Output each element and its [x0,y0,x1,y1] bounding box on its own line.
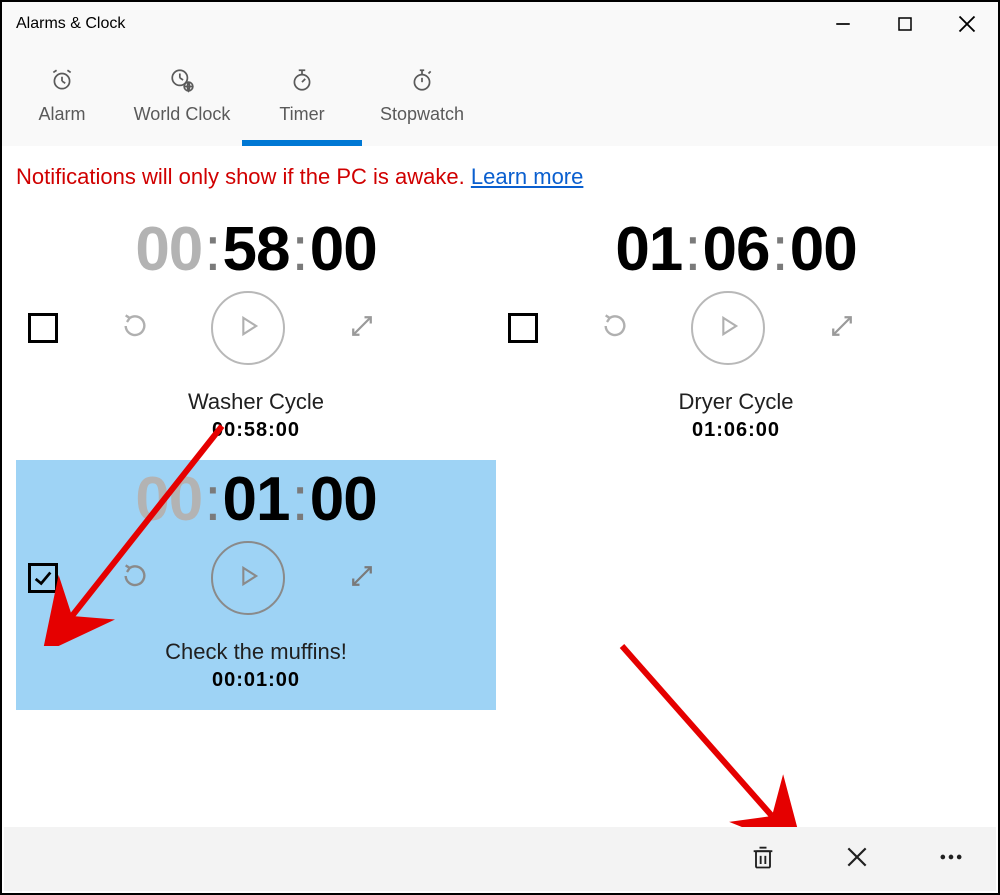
play-button[interactable] [691,291,765,365]
maximize-button[interactable] [874,2,936,46]
expand-icon [827,311,857,346]
tab-alarm[interactable]: Alarm [2,46,122,146]
window-controls [812,2,998,46]
tab-label: Alarm [38,104,85,125]
tab-label: Timer [279,104,324,125]
minimize-button[interactable] [812,2,874,46]
timer-icon [289,67,315,98]
play-icon [714,312,742,345]
delete-button[interactable] [736,832,790,886]
world-clock-icon [169,67,195,98]
reset-icon [119,310,151,347]
reset-button[interactable] [593,306,637,350]
expand-button[interactable] [820,306,864,350]
close-icon [844,844,870,875]
timer-name: Dryer Cycle [500,389,972,415]
timer-display: 00:01:00 [20,464,492,535]
window-title: Alarms & Clock [16,15,125,33]
play-icon [234,312,262,345]
bottom-bar [4,827,996,891]
timer-grid: 00:58:00 [2,210,998,710]
select-checkbox[interactable] [28,313,58,343]
tab-strip: Alarm World Clock Timer Stopwatch [2,46,998,146]
play-icon [234,562,262,595]
reset-icon [119,560,151,597]
reset-icon [599,310,631,347]
expand-button[interactable] [340,306,384,350]
play-button[interactable] [211,541,285,615]
stopwatch-icon [409,67,435,98]
alarm-icon [49,67,75,98]
expand-button[interactable] [340,556,384,600]
more-icon [937,843,965,876]
more-button[interactable] [924,832,978,886]
select-checkbox[interactable] [508,313,538,343]
timer-card[interactable]: 01:06:00 [496,210,976,460]
tab-label: World Clock [134,104,231,125]
expand-icon [347,561,377,596]
notification-text: Notifications will only show if the PC i… [16,164,471,189]
expand-icon [347,311,377,346]
timer-card[interactable]: 00:58:00 [16,210,496,460]
timer-display: 00:58:00 [20,214,492,285]
tab-label: Stopwatch [380,104,464,125]
select-checkbox[interactable] [28,563,58,593]
tab-stopwatch[interactable]: Stopwatch [362,46,482,146]
timer-name: Check the muffins! [20,639,492,665]
cancel-button[interactable] [830,832,884,886]
reset-button[interactable] [113,556,157,600]
timer-card[interactable]: 00:01:00 [16,460,496,710]
titlebar: Alarms & Clock [2,2,998,46]
learn-more-link[interactable]: Learn more [471,164,584,189]
trash-icon [749,843,777,876]
play-button[interactable] [211,291,285,365]
content-area: Notifications will only show if the PC i… [2,146,998,829]
close-button[interactable] [936,2,998,46]
tab-timer[interactable]: Timer [242,46,362,146]
timer-duration: 00:58:00 [20,419,492,442]
timer-name: Washer Cycle [20,389,492,415]
notification-bar: Notifications will only show if the PC i… [2,158,998,210]
tab-world-clock[interactable]: World Clock [122,46,242,146]
timer-duration: 00:01:00 [20,669,492,692]
reset-button[interactable] [113,306,157,350]
timer-display: 01:06:00 [500,214,972,285]
timer-duration: 01:06:00 [500,419,972,442]
